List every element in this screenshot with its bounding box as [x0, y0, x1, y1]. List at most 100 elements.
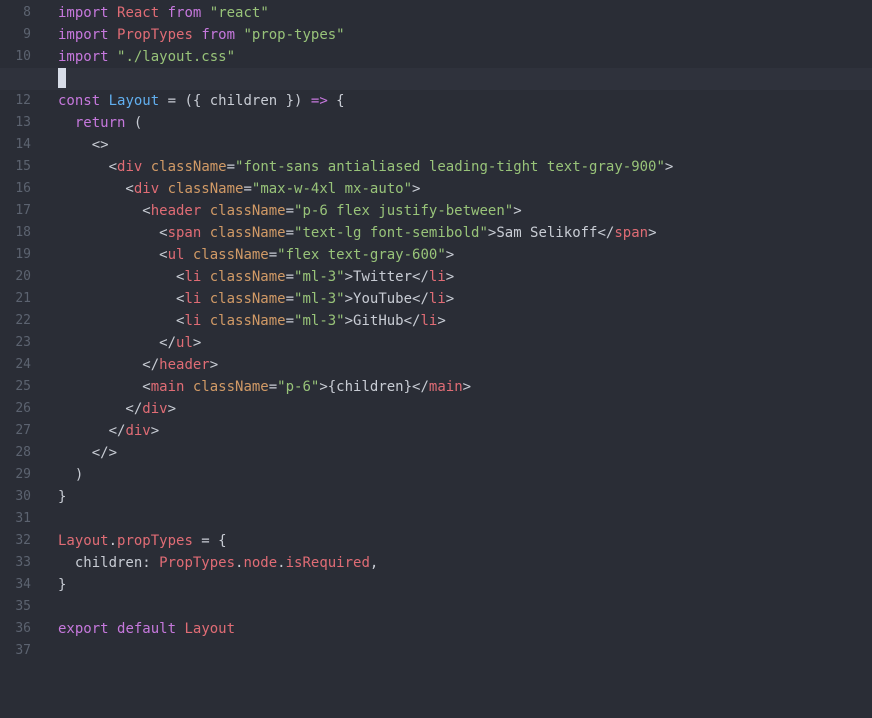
code-line[interactable]: <li className="ml-3">YouTube</li>: [58, 288, 872, 310]
code-line[interactable]: <ul className="flex text-gray-600">: [58, 244, 872, 266]
code-token: =: [285, 269, 295, 285]
code-token: >: [192, 335, 202, 351]
line-number: 12: [15, 93, 31, 108]
code-token: >: [445, 291, 455, 307]
code-token: span: [167, 225, 202, 241]
code-token: className: [209, 203, 286, 219]
code-line[interactable]: </div>: [58, 398, 872, 420]
code-token: "react": [209, 5, 269, 21]
code-token: span: [614, 225, 649, 241]
code-token: main: [150, 379, 185, 395]
code-token: =: [285, 203, 295, 219]
code-token: className: [192, 247, 269, 263]
code-token: ul: [167, 247, 185, 263]
code-token: div: [133, 181, 160, 197]
code-token: =>: [310, 93, 328, 109]
code-line[interactable]: </>: [58, 442, 872, 464]
code-token: <: [58, 379, 151, 395]
line-number: 28: [15, 445, 31, 460]
code-token: className: [209, 291, 286, 307]
code-token: <: [58, 181, 134, 197]
code-token: Layout: [108, 93, 160, 109]
code-line[interactable]: const Layout = ({ children }) => {: [58, 90, 872, 112]
code-token: import: [58, 49, 109, 65]
code-token: "ml-3": [294, 269, 345, 285]
code-line[interactable]: }: [58, 486, 872, 508]
code-line[interactable]: <span className="text-lg font-semibold">…: [58, 222, 872, 244]
code-line[interactable]: </ul>: [58, 332, 872, 354]
code-token: >GitHub</: [344, 313, 421, 329]
code-token: className: [209, 225, 286, 241]
line-number: 16: [15, 181, 31, 196]
code-line[interactable]: </div>: [58, 420, 872, 442]
line-number: 20: [15, 269, 31, 284]
code-token: children:: [58, 555, 160, 571]
code-line[interactable]: import React from "react": [58, 2, 872, 24]
code-line[interactable]: [58, 640, 872, 662]
code-line[interactable]: <li className="ml-3">Twitter</li>: [58, 266, 872, 288]
code-line[interactable]: [58, 596, 872, 618]
code-token: "prop-types": [243, 27, 345, 43]
code-line[interactable]: <div className="font-sans antialiased le…: [58, 156, 872, 178]
code-line[interactable]: return (: [58, 112, 872, 134]
line-number: 34: [15, 577, 31, 592]
code-token: from: [201, 27, 236, 43]
code-token: "flex text-gray-600": [277, 247, 446, 263]
code-token: ): [58, 467, 84, 483]
code-token: >: [648, 225, 657, 241]
code-line[interactable]: ): [58, 464, 872, 486]
code-line[interactable]: <div className="max-w-4xl mx-auto">: [58, 178, 872, 200]
line-number: 22: [15, 313, 31, 328]
code-token: <>: [58, 137, 109, 153]
code-line[interactable]: [0, 68, 872, 90]
code-token: div: [125, 423, 151, 439]
code-token: <: [58, 291, 185, 307]
code-token: li: [420, 313, 438, 329]
code-token: =: [243, 181, 252, 197]
code-token: export: [58, 621, 109, 637]
code-line[interactable]: <header className="p-6 flex justify-betw…: [58, 200, 872, 222]
code-line[interactable]: children: PropTypes.node.isRequired,: [58, 552, 872, 574]
code-token: .: [108, 533, 118, 549]
text-cursor: [58, 68, 66, 88]
code-token: node: [243, 555, 278, 571]
code-token: >: [513, 203, 522, 219]
code-line[interactable]: }: [58, 574, 872, 596]
code-line[interactable]: <>: [58, 134, 872, 156]
code-token: "text-lg font-semibold": [294, 225, 488, 241]
code-line[interactable]: <main className="p-6">{children}</main>: [58, 376, 872, 398]
code-line[interactable]: export default Layout: [58, 618, 872, 640]
code-line[interactable]: <li className="ml-3">GitHub</li>: [58, 310, 872, 332]
code-line[interactable]: [58, 508, 872, 530]
code-editor[interactable]: 8910111213141516171819202122232425262728…: [0, 0, 872, 718]
code-line[interactable]: </header>: [58, 354, 872, 376]
code-token: =: [285, 225, 295, 241]
line-number: 29: [15, 467, 31, 482]
code-token: Layout: [58, 533, 109, 549]
code-token: </: [58, 335, 177, 351]
code-line[interactable]: import "./layout.css": [58, 46, 872, 68]
code-token: = ({ children }): [159, 93, 311, 109]
code-token: >: [209, 357, 219, 373]
code-token: <: [58, 159, 118, 175]
code-token: <: [58, 269, 185, 285]
code-token: (: [125, 115, 143, 131]
code-token: >: [167, 401, 177, 417]
line-number: 35: [15, 599, 31, 614]
code-line[interactable]: Layout.propTypes = {: [58, 530, 872, 552]
code-token: ul: [176, 335, 193, 351]
line-number: 13: [15, 115, 31, 130]
line-number: 37: [15, 643, 31, 658]
code-token: >: [445, 247, 455, 263]
code-line[interactable]: import PropTypes from "prop-types": [58, 24, 872, 46]
code-token: import: [58, 5, 109, 21]
code-token: li: [428, 291, 446, 307]
code-area[interactable]: import React from "react" import PropType…: [0, 2, 872, 662]
